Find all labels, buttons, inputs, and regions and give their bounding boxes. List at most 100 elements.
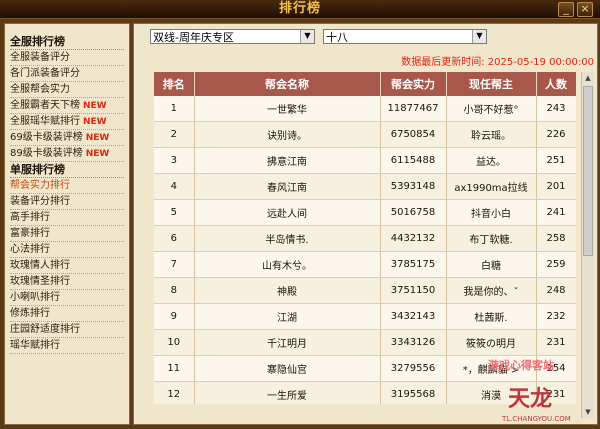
sidebar-item-global-guild[interactable]: 全服帮会实力 xyxy=(10,82,124,98)
sidebar-item-global-yaohua[interactable]: 全服瑶华赋排行 NEW xyxy=(10,114,124,130)
table-row[interactable]: 6 半岛情书. 4432132 布丁软糖. 258 xyxy=(154,225,576,252)
leader-cell: 我是你的、ˇ xyxy=(446,277,537,304)
members-cell: 258 xyxy=(536,225,576,252)
table-row[interactable]: 2 诀别诗。 6750854 聆云瑶。 226 xyxy=(154,121,576,148)
sidebar-item-rose-lover[interactable]: 玫瑰情人排行 xyxy=(10,258,124,274)
col-leader: 现任帮主 xyxy=(446,72,537,96)
rank-cell: 5 xyxy=(154,199,195,226)
leader-cell: 小哥不好惹° xyxy=(446,96,537,122)
rank-cell: 1 xyxy=(154,96,195,122)
guild-name-cell: 千江明月 xyxy=(194,329,381,356)
table-row[interactable]: 12 一生所爱 3195568 消漠 231 xyxy=(154,381,576,404)
sidebar-item-89-equip[interactable]: 89级卡级装评榜 NEW xyxy=(10,146,124,162)
table-row[interactable]: 10 千江明月 3343126 筱筱の明月 231 xyxy=(154,329,576,356)
leader-cell: 筱筱の明月 xyxy=(446,329,537,356)
table-row[interactable]: 3 拂意江南 6115488 益达。 251 xyxy=(154,147,576,174)
sidebar-item-rose-saint[interactable]: 玫瑰情圣排行 xyxy=(10,274,124,290)
sidebar-item-global-equip[interactable]: 全服装备评分 xyxy=(10,50,124,66)
guild-name-cell: 山有木兮。 xyxy=(194,251,381,278)
minimize-button[interactable]: _ xyxy=(558,2,574,17)
members-cell: 226 xyxy=(536,121,576,148)
table-row[interactable]: 5 远赴人间 5016758 抖音小白 241 xyxy=(154,199,576,226)
guild-name-cell: 春风江南 xyxy=(194,173,381,200)
scroll-thumb[interactable] xyxy=(583,86,593,256)
subserver-select[interactable]: 十八 ▼ xyxy=(323,29,487,44)
sidebar-item-xinfa[interactable]: 心法排行 xyxy=(10,242,124,258)
leader-cell: 布丁软糖. xyxy=(446,225,537,252)
members-cell: 231 xyxy=(536,381,576,404)
guild-name-cell: 拂意江南 xyxy=(194,147,381,174)
sidebar-item-global-overlord[interactable]: 全服霸者天下榜 NEW xyxy=(10,98,124,114)
table-scrollbar[interactable]: ▲ ▼ xyxy=(581,72,594,418)
sidebar-group-server: 单服排行榜 xyxy=(10,162,124,178)
guild-power-cell: 5393148 xyxy=(380,173,447,200)
table-row[interactable]: 7 山有木兮。 3785175 白糖 259 xyxy=(154,251,576,278)
guild-name-cell: 远赴人间 xyxy=(194,199,381,226)
table-row[interactable]: 9 江湖 3432143 杜茜斯. 232 xyxy=(154,303,576,330)
chevron-down-icon[interactable]: ▼ xyxy=(472,30,486,43)
guild-power-cell: 4432132 xyxy=(380,225,447,252)
sidebar-item-sect-equip[interactable]: 各门派装备评分 xyxy=(10,66,124,82)
server-select[interactable]: 双线-周年庆专区 ▼ xyxy=(150,29,315,44)
table-row[interactable]: 8 神殿 3751150 我是你的、ˇ 248 xyxy=(154,277,576,304)
guild-power-cell: 6750854 xyxy=(380,121,447,148)
guild-name-cell: 一世繁华 xyxy=(194,96,381,122)
new-badge: NEW xyxy=(83,101,107,111)
members-cell: 241 xyxy=(536,199,576,226)
sidebar: 全服排行榜 全服装备评分 各门派装备评分 全服帮会实力 全服霸者天下榜 NEW 全… xyxy=(4,23,130,425)
window-title: 排行榜 xyxy=(278,1,321,16)
rank-cell: 11 xyxy=(154,355,195,382)
sidebar-item-cultivation[interactable]: 修炼排行 xyxy=(10,306,124,322)
rank-cell: 3 xyxy=(154,147,195,174)
leader-cell: *，麒麟貓 > xyxy=(446,355,537,382)
leader-cell: ax1990ma拉线 xyxy=(446,173,537,200)
guild-power-cell: 6115488 xyxy=(380,147,447,174)
rank-cell: 4 xyxy=(154,173,195,200)
guild-power-cell: 5016758 xyxy=(380,199,447,226)
table-row[interactable]: 4 春风江南 5393148 ax1990ma拉线 201 xyxy=(154,173,576,200)
members-cell: 259 xyxy=(536,251,576,278)
rank-cell: 2 xyxy=(154,121,195,148)
col-guild-power: 帮会实力 xyxy=(380,72,447,96)
new-badge: NEW xyxy=(83,117,107,127)
sidebar-item-manor[interactable]: 庄园舒适度排行 xyxy=(10,322,124,338)
sidebar-item-horn[interactable]: 小喇叭排行 xyxy=(10,290,124,306)
scroll-down-icon[interactable]: ▼ xyxy=(582,406,594,418)
leader-cell: 杜茜斯. xyxy=(446,303,537,330)
rank-cell: 12 xyxy=(154,381,195,404)
guild-name-cell: 寨隐仙宫 xyxy=(194,355,381,382)
members-cell: 231 xyxy=(536,329,576,356)
leader-cell: 抖音小白 xyxy=(446,199,537,226)
guild-power-cell: 11877467 xyxy=(380,96,447,122)
rank-cell: 7 xyxy=(154,251,195,278)
scroll-up-icon[interactable]: ▲ xyxy=(582,72,594,84)
leader-cell: 益达。 xyxy=(446,147,537,174)
leader-cell: 消漠 xyxy=(446,381,537,404)
guild-power-cell: 3343126 xyxy=(380,329,447,356)
sidebar-item-yaohua[interactable]: 瑶华赋排行 xyxy=(10,338,124,354)
sidebar-item-guild-power[interactable]: 帮会实力排行 xyxy=(10,178,124,194)
title-bar: 排行榜 _ × xyxy=(0,0,600,19)
rank-cell: 10 xyxy=(154,329,195,356)
sidebar-item-master[interactable]: 高手排行 xyxy=(10,210,124,226)
guild-name-cell: 江湖 xyxy=(194,303,381,330)
col-rank: 排名 xyxy=(154,72,195,96)
close-button[interactable]: × xyxy=(577,2,593,17)
ranking-panel: 双线-周年庆专区 ▼ 十八 ▼ 数据最后更新时间: 2025-05-19 00:… xyxy=(133,23,598,425)
table-row[interactable]: 11 寨隐仙宫 3279556 *，麒麟貓 >254 xyxy=(154,355,576,382)
guild-power-cell: 3195568 xyxy=(380,381,447,404)
guild-power-cell: 3279556 xyxy=(380,355,447,382)
rank-cell: 6 xyxy=(154,225,195,252)
sidebar-item-equip-score[interactable]: 装备评分排行 xyxy=(10,194,124,210)
sidebar-item-wealth[interactable]: 富豪排行 xyxy=(10,226,124,242)
rank-cell: 9 xyxy=(154,303,195,330)
col-members: 人数 xyxy=(536,72,576,96)
update-time: 数据最后更新时间: 2025-05-19 00:00:00 xyxy=(401,57,594,68)
members-cell: 251 xyxy=(536,147,576,174)
guild-name-cell: 神殿 xyxy=(194,277,381,304)
table-row[interactable]: 1 一世繁华 11877467 小哥不好惹° 243 xyxy=(154,96,576,122)
col-guild-name: 帮会名称 xyxy=(194,72,381,96)
sidebar-item-69-equip[interactable]: 69级卡级装评榜 NEW xyxy=(10,130,124,146)
chevron-down-icon[interactable]: ▼ xyxy=(300,30,314,43)
members-cell: 254 xyxy=(536,355,576,382)
